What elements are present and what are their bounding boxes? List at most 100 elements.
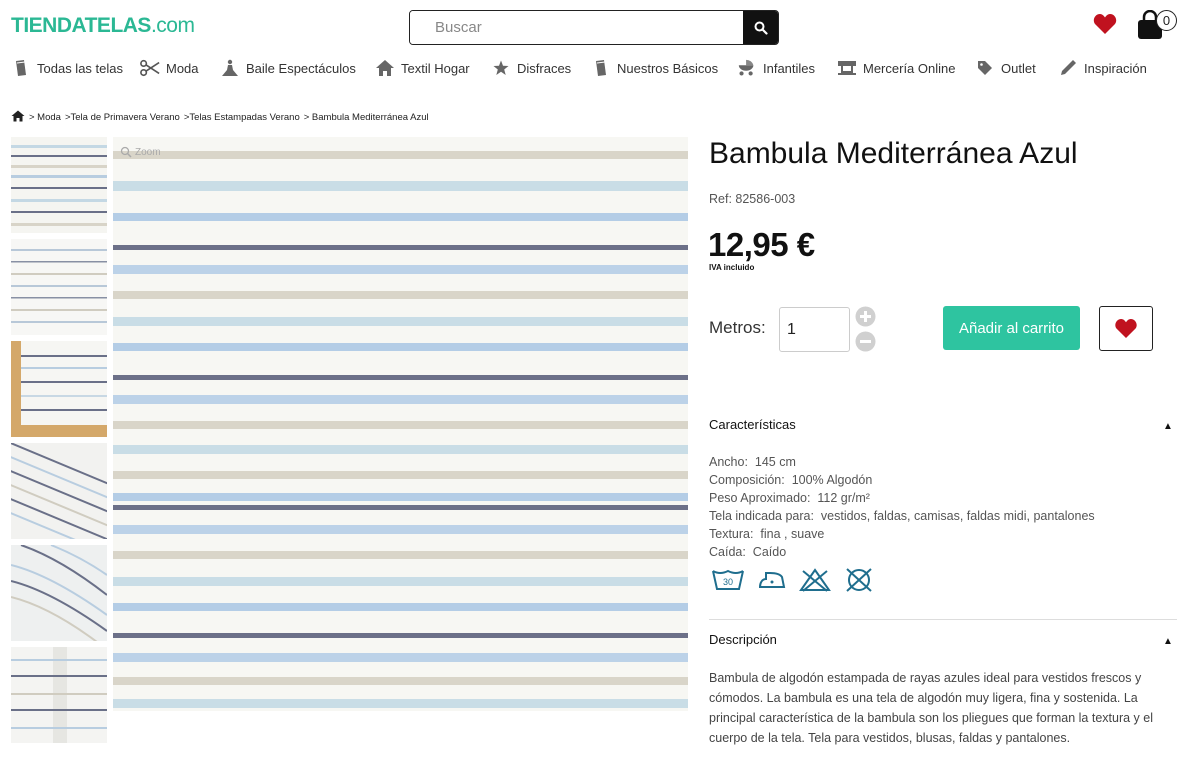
search-input[interactable]: [410, 11, 743, 44]
feature-value: vestidos, faldas, camisas, faldas midi, …: [820, 509, 1095, 523]
gallery-thumbnail[interactable]: [11, 239, 107, 335]
nav-label: Disfraces: [517, 60, 572, 76]
add-to-wishlist-button[interactable]: [1099, 306, 1153, 351]
site-logo[interactable]: TIENDATELAS.com: [11, 14, 195, 38]
add-to-cart-button[interactable]: Añadir al carrito: [943, 306, 1080, 350]
nav-label: Mercería Online: [863, 60, 956, 76]
feature-label: Peso Aproximado:: [709, 491, 811, 505]
feature-label: Textura:: [709, 527, 754, 541]
nav-item-nuestros-basicos[interactable]: Nuestros Básicos: [591, 58, 718, 78]
logo-text: TIENDATELAS: [11, 14, 151, 37]
nav-item-todas-las-telas[interactable]: Todas las telas: [11, 58, 123, 78]
feature-row: Ancho: 145 cm: [709, 455, 796, 469]
quantity-increase-button[interactable]: [855, 306, 876, 332]
nav-label: Nuestros Básicos: [617, 60, 719, 76]
product-title: Bambula Mediterránea Azul: [709, 137, 1078, 170]
nav-label: Baile Espectáculos: [246, 60, 356, 76]
nav-item-infantiles[interactable]: Infantiles: [737, 58, 815, 78]
nav-label: Moda: [166, 60, 199, 76]
description-text: Bambula de algodón estampada de rayas az…: [709, 671, 1153, 745]
dancer-icon: [220, 58, 240, 78]
heart-icon: [1093, 14, 1117, 34]
zoom-icon: [120, 146, 132, 158]
chevron-up-icon[interactable]: ▲: [1163, 421, 1173, 432]
cart-count-badge: 0: [1156, 10, 1177, 31]
nav-label: Infantiles: [763, 60, 816, 76]
nav-item-textil-hogar[interactable]: Textil Hogar: [375, 58, 470, 78]
breadcrumb-item[interactable]: >Tela de Primavera Verano: [65, 112, 180, 123]
nav-item-moda[interactable]: Moda: [140, 58, 199, 78]
characteristics-header[interactable]: Características: [709, 417, 796, 432]
nav-label: Textil Hogar: [401, 60, 470, 76]
zoom-hint[interactable]: Zoom: [120, 146, 161, 158]
main-nav: Todas las telas Moda Baile Espectáculos …: [0, 58, 1200, 80]
nav-item-merceria[interactable]: Mercería Online: [837, 58, 955, 78]
nav-item-baile[interactable]: Baile Espectáculos: [220, 58, 356, 78]
home-icon: [375, 58, 395, 78]
breadcrumb: > Moda >Tela de Primavera Verano >Telas …: [11, 110, 433, 125]
product-ref: Ref: 82586-003: [709, 192, 796, 206]
quantity-input[interactable]: [779, 307, 850, 352]
feature-row: Tela indicada para: vestidos, faldas, ca…: [709, 509, 1095, 523]
nav-label: Outlet: [1001, 60, 1036, 76]
no-bleach-icon: [799, 567, 831, 598]
feature-label: Tela indicada para:: [709, 509, 814, 523]
breadcrumb-item[interactable]: >Telas Estampadas Verano: [184, 112, 300, 123]
nav-item-outlet[interactable]: Outlet: [975, 58, 1036, 78]
nav-item-inspiracion[interactable]: Inspiración: [1058, 58, 1147, 78]
logo-suffix: .com: [150, 14, 195, 37]
wash-temperature: 30: [723, 577, 733, 587]
no-tumble-dry-icon: [843, 567, 875, 598]
feature-value: Caído: [752, 545, 787, 559]
quantity-decrease-button[interactable]: [855, 331, 876, 357]
feature-label: Composición:: [709, 473, 785, 487]
plus-circle-icon: [855, 306, 876, 327]
feature-label: Ancho:: [709, 455, 748, 469]
wishlist-button[interactable]: [1093, 13, 1117, 40]
feature-value: 112 gr/m²: [817, 491, 870, 505]
gallery-thumbnail[interactable]: [11, 443, 107, 539]
feature-label: Caída:: [709, 545, 746, 559]
feature-row: Peso Aproximado: 112 gr/m²: [709, 491, 870, 505]
star-icon: [491, 58, 511, 78]
pencil-icon: [1058, 58, 1078, 78]
nav-label: Todas las telas: [37, 60, 123, 76]
wash-30-icon: 30: [711, 567, 745, 598]
vat-note: IVA incluido: [709, 263, 755, 272]
heart-icon: [1115, 318, 1137, 339]
search-button[interactable]: [743, 11, 778, 44]
gallery-thumbnail[interactable]: [11, 647, 107, 743]
product-main-image[interactable]: [113, 137, 688, 711]
product-price: 12,95 €: [708, 226, 815, 263]
feature-row: Composición: 100% Algodón: [709, 473, 872, 487]
home-icon: [11, 110, 25, 122]
search-bar: [409, 10, 779, 45]
feature-value: 100% Algodón: [791, 473, 873, 487]
feature-value: fina , suave: [760, 527, 825, 541]
nav-item-disfraces[interactable]: Disfraces: [491, 58, 571, 78]
quantity-label: Metros:: [709, 318, 766, 337]
gallery-thumbnail[interactable]: [11, 545, 107, 641]
baby-carriage-icon: [737, 58, 757, 78]
feature-row: Textura: fina , suave: [709, 527, 824, 541]
fabric-roll-icon: [591, 58, 611, 78]
search-icon: [754, 21, 768, 35]
fabric-roll-icon: [11, 58, 31, 78]
gallery-thumbnail[interactable]: [11, 137, 107, 233]
description-header[interactable]: Descripción: [709, 632, 777, 647]
iron-low-icon: [756, 567, 788, 598]
tag-icon: [975, 58, 995, 78]
breadcrumb-home[interactable]: [11, 110, 25, 125]
minus-circle-icon: [855, 331, 876, 352]
breadcrumb-item[interactable]: > Moda: [29, 112, 61, 123]
sewing-machine-icon: [837, 58, 857, 78]
zoom-label: Zoom: [135, 146, 161, 158]
breadcrumb-item: > Bambula Mediterránea Azul: [303, 112, 429, 123]
scissors-icon: [140, 58, 160, 78]
divider: [709, 619, 1177, 620]
feature-row: Caída: Caído: [709, 545, 786, 559]
feature-value: 145 cm: [754, 455, 796, 469]
gallery-thumbnail[interactable]: [11, 341, 107, 437]
chevron-up-icon[interactable]: ▲: [1163, 636, 1173, 647]
nav-label: Inspiración: [1084, 60, 1147, 76]
